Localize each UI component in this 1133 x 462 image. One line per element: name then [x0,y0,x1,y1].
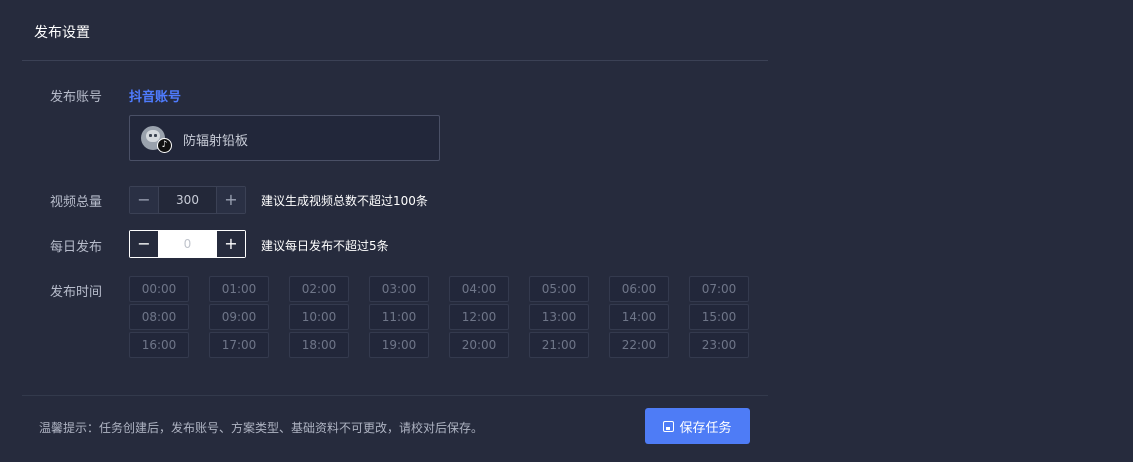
daily-publish-hint: 建议每日发布不超过5条 [261,239,389,253]
video-total-minus-button[interactable]: − [130,187,158,213]
time-slot[interactable]: 04:00 [449,276,509,302]
video-total-hint: 建议生成视频总数不超过100条 [261,194,428,208]
save-task-label: 保存任务 [679,420,732,436]
footer-divider [22,395,768,396]
daily-publish-label: 每日发布 [50,240,103,255]
time-slot[interactable]: 05:00 [529,276,589,302]
publish-time-label: 发布时间 [50,285,103,300]
time-slot[interactable]: 10:00 [289,304,349,330]
time-slot[interactable]: 11:00 [369,304,429,330]
daily-publish-plus-button[interactable]: + [217,231,245,257]
time-slot[interactable]: 18:00 [289,332,349,358]
douyin-account-link[interactable]: 抖音账号 [129,86,181,105]
time-slot[interactable]: 22:00 [609,332,669,358]
time-slot[interactable]: 20:00 [449,332,509,358]
time-slot[interactable]: 06:00 [609,276,669,302]
time-slot[interactable]: 17:00 [209,332,269,358]
video-total-stepper: − 300 + [129,186,246,214]
time-slot[interactable]: 15:00 [689,304,749,330]
time-slot[interactable]: 13:00 [529,304,589,330]
time-slot[interactable]: 01:00 [209,276,269,302]
daily-publish-input[interactable]: 0 [158,231,217,257]
time-slot[interactable]: 12:00 [449,304,509,330]
video-total-input[interactable]: 300 [158,187,217,213]
account-name: 防辐射铅板 [183,134,249,149]
section-title: 发布设置 [34,25,90,41]
video-total-plus-button[interactable]: + [217,187,245,213]
tiktok-icon: ♪ [157,138,172,153]
save-icon [663,420,675,432]
time-slot[interactable]: 19:00 [369,332,429,358]
account-card[interactable]: ♪ 防辐射铅板 [129,115,440,161]
video-total-label: 视频总量 [50,195,103,210]
time-slot[interactable]: 16:00 [129,332,189,358]
time-slot[interactable]: 07:00 [689,276,749,302]
time-slot[interactable]: 09:00 [209,304,269,330]
time-slot[interactable]: 14:00 [609,304,669,330]
time-slot[interactable]: 08:00 [129,304,189,330]
account-label: 发布账号 [50,90,103,105]
time-slot[interactable]: 02:00 [289,276,349,302]
time-slot[interactable]: 00:00 [129,276,189,302]
header-divider [22,60,768,61]
time-slot[interactable]: 23:00 [689,332,749,358]
save-task-button[interactable]: 保存任务 [645,408,750,444]
time-slot[interactable]: 21:00 [529,332,589,358]
warm-tip: 温馨提示：任务创建后，发布账号、方案类型、基础资料不可更改，请校对后保存。 [39,421,484,435]
daily-publish-stepper: − 0 + [129,230,246,258]
daily-publish-minus-button[interactable]: − [130,231,158,257]
publish-settings-panel: 发布设置 发布账号 抖音账号 ♪ 防辐射铅板 视频总量 − 300 + 建议生成… [22,0,768,462]
time-slot[interactable]: 03:00 [369,276,429,302]
